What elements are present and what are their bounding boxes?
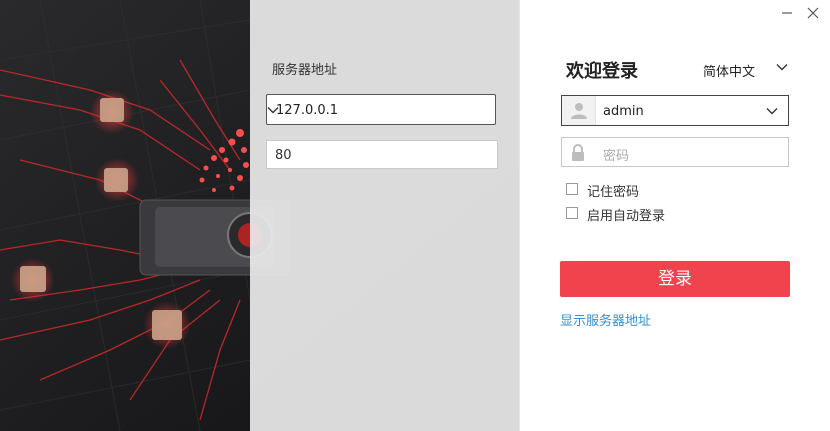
remember-password-label: 记住密码 <box>587 185 640 200</box>
login-panel: 欢迎登录 简体中文 admin 密码 记住密码 启用自动登录 登录 显示服务器地… <box>519 0 830 431</box>
server-ip-value: 127.0.0.1 <box>276 103 339 118</box>
password-input[interactable]: 密码 <box>561 137 789 167</box>
auto-login-label: 启用自动登录 <box>587 209 666 224</box>
checkbox-box[interactable] <box>566 183 578 195</box>
server-ip-select[interactable]: 127.0.0.1 <box>266 94 496 125</box>
username-select[interactable]: admin <box>561 95 789 126</box>
server-port-input[interactable]: 80 <box>266 140 498 169</box>
login-button[interactable]: 登录 <box>560 261 790 297</box>
minimize-icon[interactable] <box>780 6 794 20</box>
close-icon[interactable] <box>806 6 820 20</box>
lock-icon <box>572 144 584 161</box>
server-port-value: 80 <box>275 148 292 163</box>
server-address-label: 服务器地址 <box>272 63 338 78</box>
username-value: admin <box>603 104 644 119</box>
chevron-down-icon <box>766 108 778 115</box>
password-placeholder: 密码 <box>603 149 630 164</box>
background-artwork: 服务器地址 127.0.0.1 80 <box>0 0 519 431</box>
checkbox-box[interactable] <box>566 207 578 219</box>
server-config-panel: 服务器地址 127.0.0.1 80 <box>250 0 519 431</box>
user-icon <box>571 103 587 119</box>
show-server-address-link[interactable]: 显示服务器地址 <box>560 310 651 329</box>
language-select[interactable]: 简体中文 <box>703 61 755 80</box>
welcome-title: 欢迎登录 <box>566 61 638 82</box>
chevron-down-icon[interactable] <box>776 61 788 73</box>
chevron-down-icon <box>267 107 279 114</box>
